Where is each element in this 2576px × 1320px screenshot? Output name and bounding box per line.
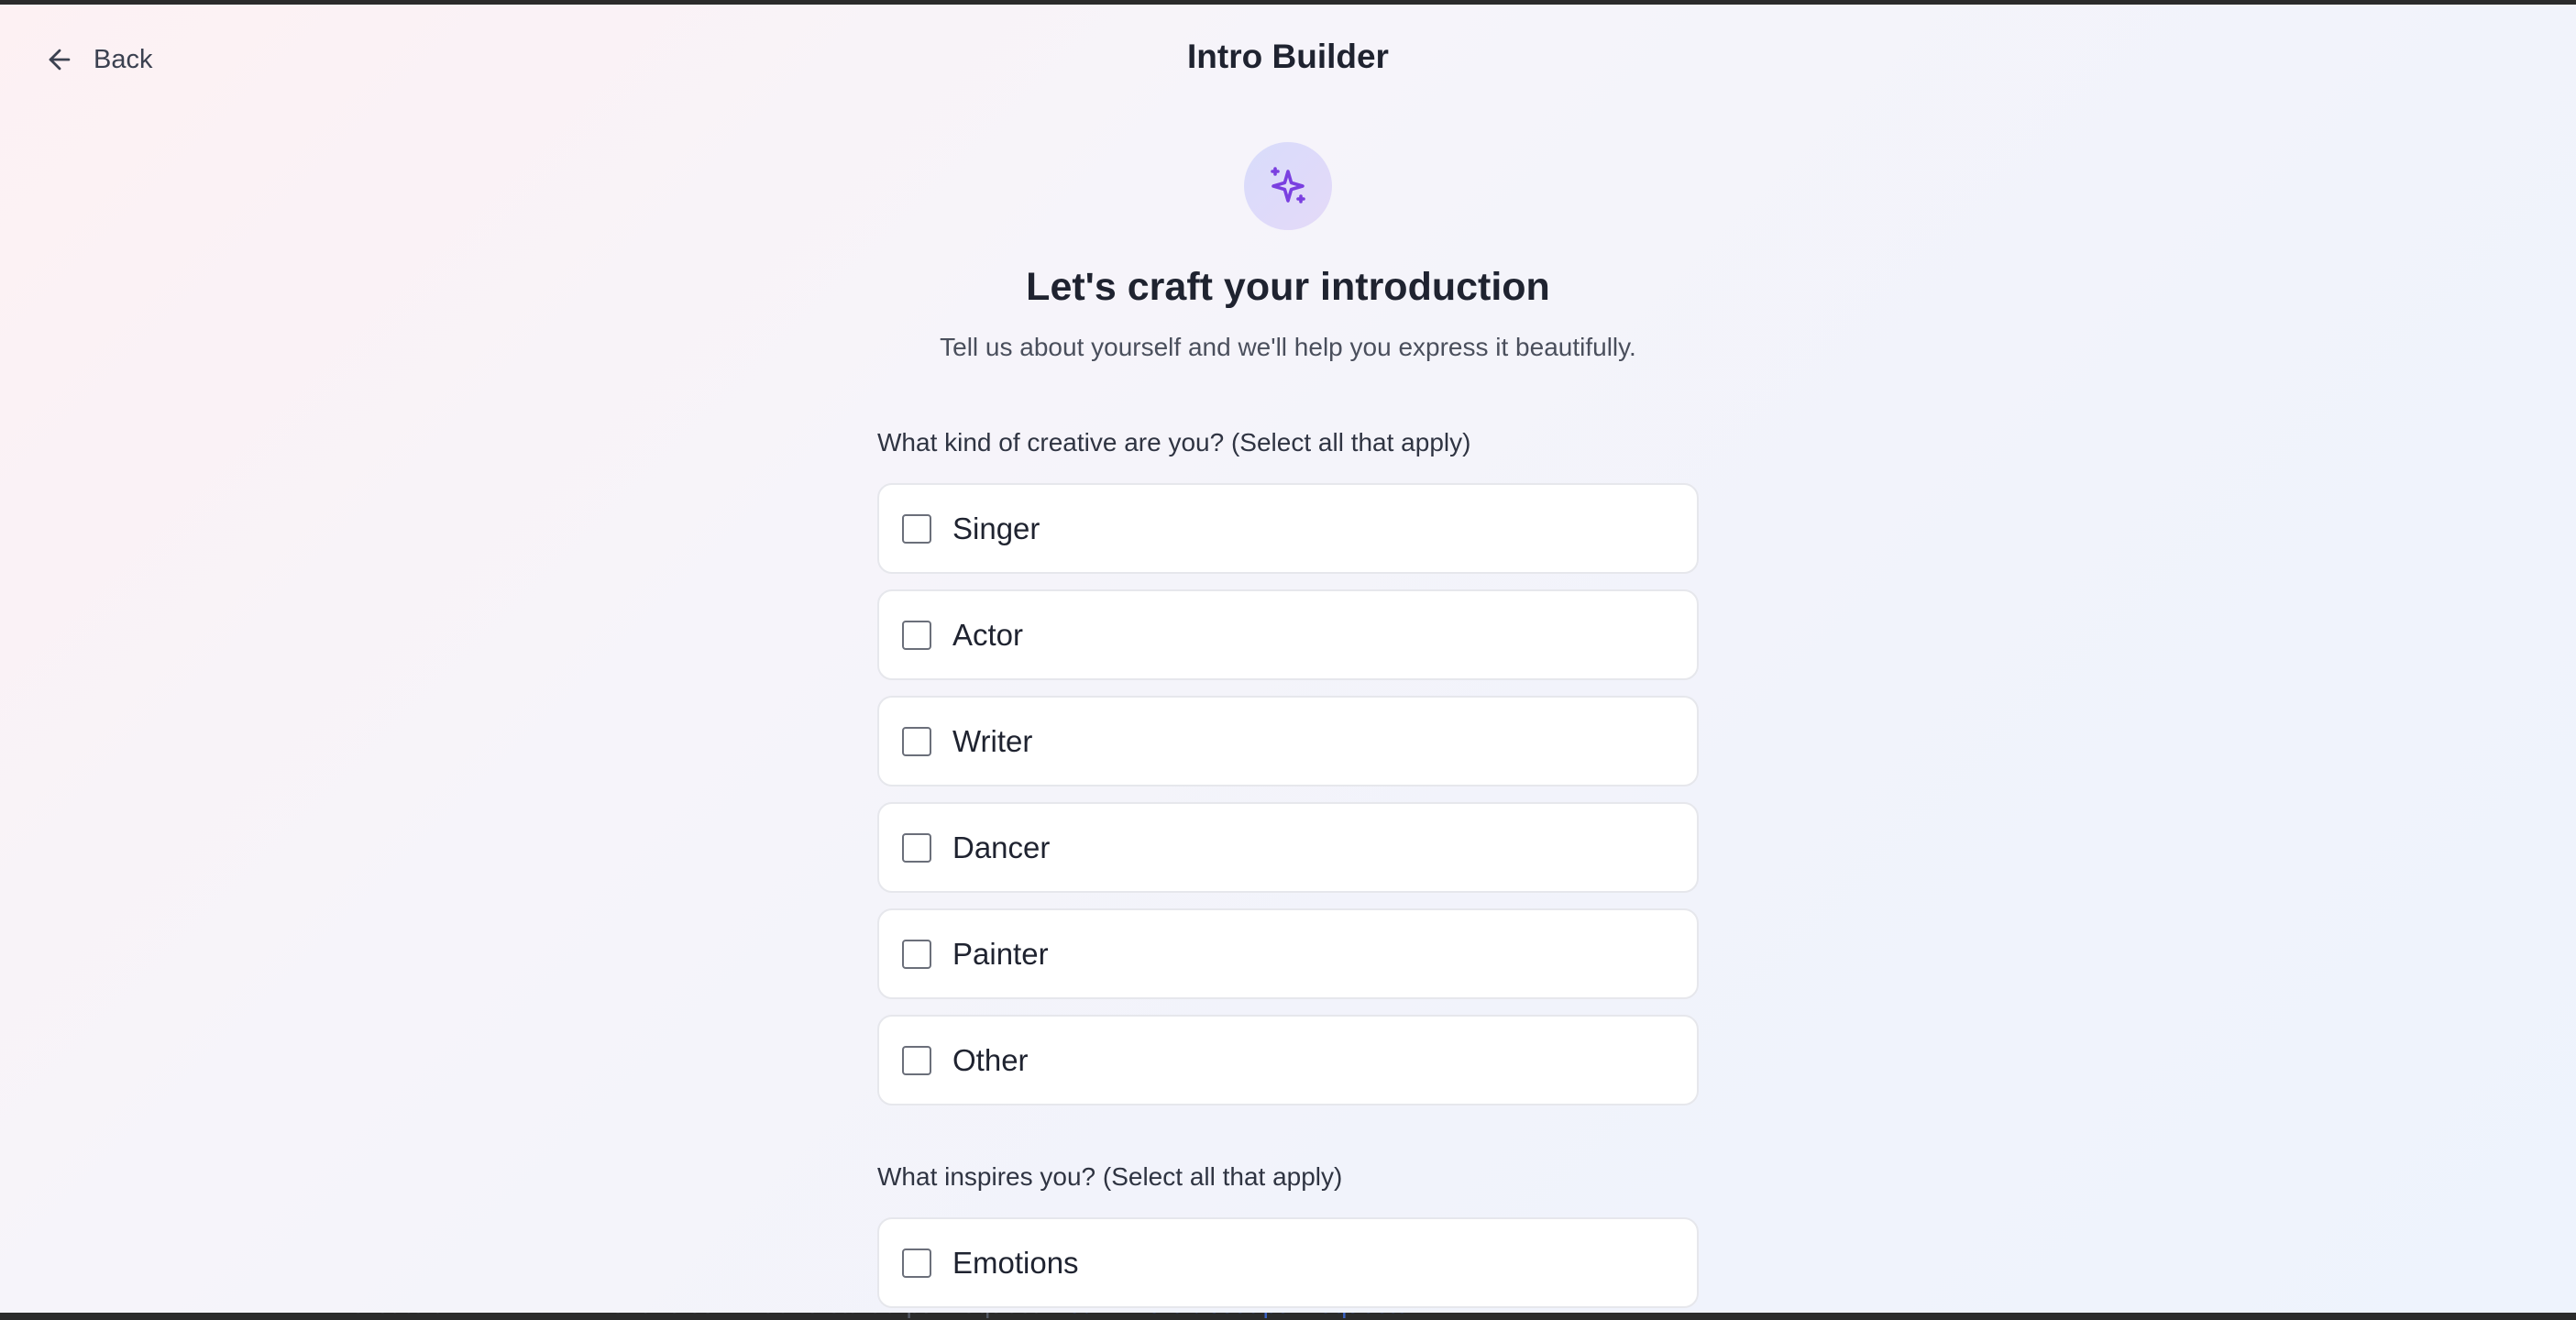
option-dancer[interactable]: Dancer xyxy=(877,802,1699,893)
hero-headline: Let's craft your introduction xyxy=(1026,265,1550,309)
checkbox[interactable] xyxy=(902,620,931,650)
option-label: Emotions xyxy=(952,1245,1079,1280)
creative-type-options: Singer Actor Writer Dancer Painter Other xyxy=(877,483,1699,1106)
option-singer[interactable]: Singer xyxy=(877,483,1699,574)
sparkles-icon xyxy=(1271,167,1305,204)
checkbox[interactable] xyxy=(902,832,931,863)
option-actor[interactable]: Actor xyxy=(877,589,1699,680)
checkbox[interactable] xyxy=(902,1045,931,1075)
option-emotions[interactable]: Emotions xyxy=(877,1217,1699,1308)
checkbox[interactable] xyxy=(902,939,931,969)
checkbox[interactable] xyxy=(902,513,931,544)
checkbox[interactable] xyxy=(902,726,931,756)
hero-badge xyxy=(1244,142,1332,230)
option-label: Other xyxy=(952,1042,1029,1077)
intro-form: What kind of creative are you? (Select a… xyxy=(877,424,1699,1313)
option-label: Painter xyxy=(952,936,1049,971)
intro-builder-window: Back Intro Builder Let's craft your intr… xyxy=(0,5,2576,1313)
question-creative-type: What kind of creative are you? (Select a… xyxy=(877,428,1471,456)
option-painter[interactable]: Painter xyxy=(877,908,1699,999)
question-inspiration: What inspires you? (Select all that appl… xyxy=(877,1162,1343,1191)
option-label: Dancer xyxy=(952,830,1051,864)
option-label: Singer xyxy=(952,511,1040,545)
option-other[interactable]: Other xyxy=(877,1015,1699,1106)
hero-subline: Tell us about yourself and we'll help yo… xyxy=(940,333,1636,361)
page-title: Intro Builder xyxy=(1187,38,1389,75)
option-label: Writer xyxy=(952,723,1033,758)
checkbox[interactable] xyxy=(902,1248,931,1278)
option-writer[interactable]: Writer xyxy=(877,696,1699,786)
inspiration-options: Emotions xyxy=(877,1217,1699,1308)
option-label: Actor xyxy=(952,617,1024,652)
